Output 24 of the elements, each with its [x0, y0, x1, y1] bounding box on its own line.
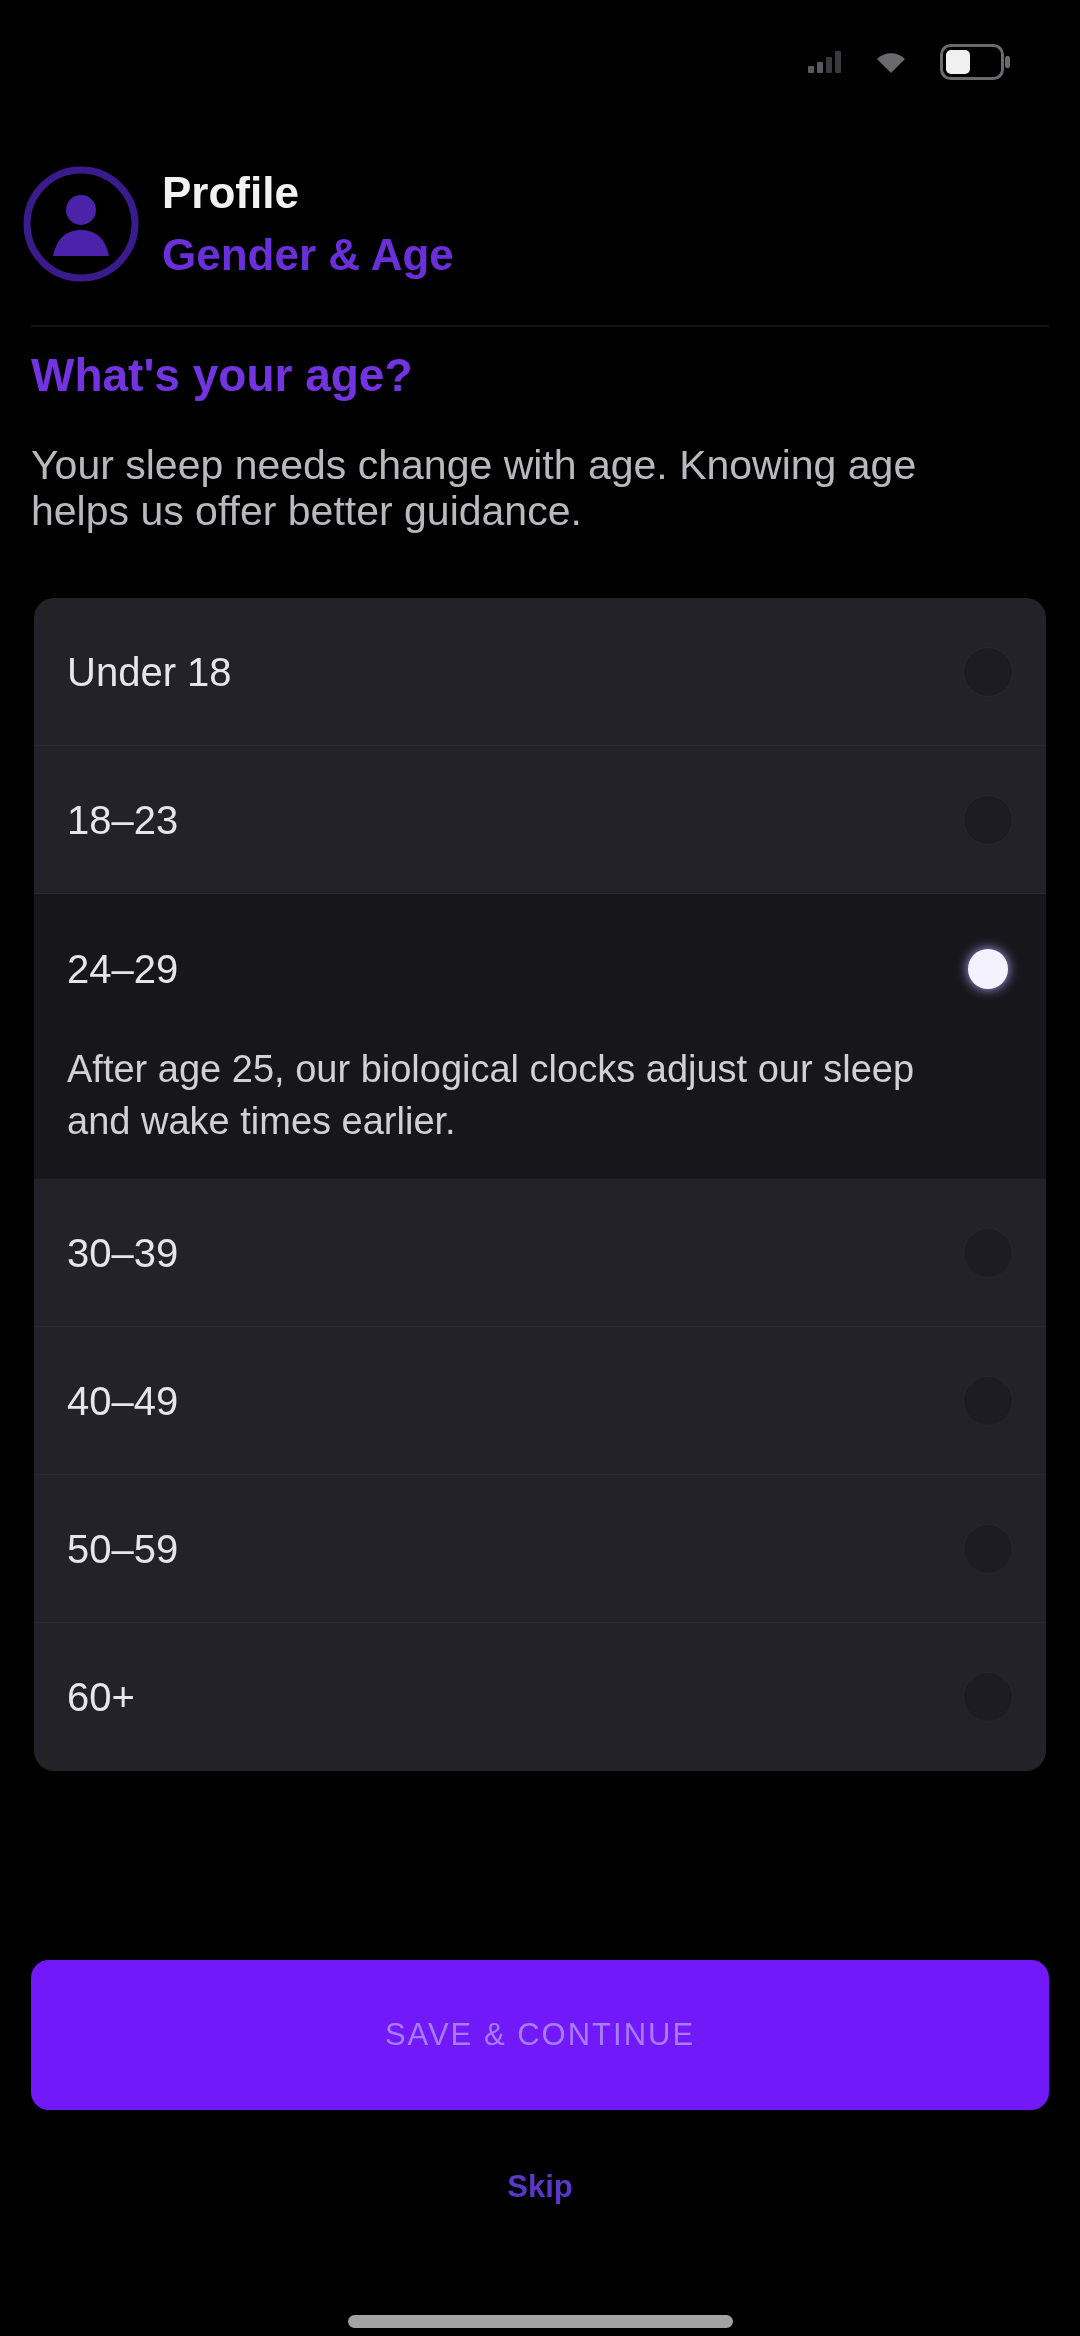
option-label: 50–59 — [67, 1525, 179, 1572]
age-option[interactable]: 50–59 — [34, 1475, 1046, 1623]
option-label: 30–39 — [67, 1229, 179, 1276]
question-title: What's your age? — [31, 348, 414, 403]
option-label: 18–23 — [67, 796, 179, 843]
option-label: 60+ — [67, 1674, 135, 1720]
question-description: Your sleep needs change with age. Knowing age helps us offer better guidance. — [31, 442, 918, 534]
option-label: Under 18 — [67, 648, 232, 695]
age-option[interactable]: 60+ — [34, 1623, 1046, 1771]
wifi-icon — [876, 51, 906, 73]
battery-icon — [940, 44, 1010, 80]
option-note: After age 25, our biological clocks adjust our sleep and wake times earlier. — [67, 1047, 916, 1144]
age-option[interactable]: Under 18 — [34, 598, 1046, 746]
age-option[interactable]: 30–39 — [34, 1179, 1046, 1327]
page-subtitle: Gender & Age — [162, 229, 454, 281]
age-option[interactable]: 18–23 — [34, 746, 1046, 894]
person-icon — [23, 166, 139, 282]
age-option[interactable]: 24–29 After age 25, our biological clocks adjust our sleep and wake times earlier. — [34, 894, 1046, 1179]
option-label: 40–49 — [67, 1377, 179, 1424]
radio-button[interactable] — [968, 949, 1008, 989]
option-label: 24–29 — [67, 946, 179, 992]
signal-icon — [808, 51, 842, 73]
page-title: Profile — [162, 167, 300, 219]
age-option[interactable]: 40–49 — [34, 1327, 1046, 1475]
